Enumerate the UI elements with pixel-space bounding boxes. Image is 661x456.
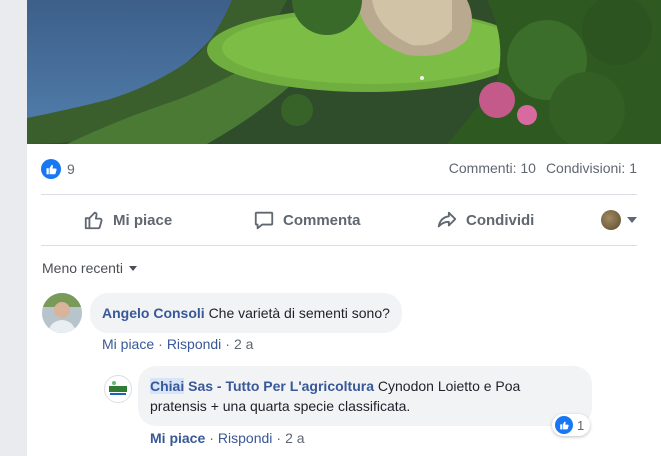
- share-button[interactable]: Condividi: [436, 209, 534, 231]
- separator: ·: [276, 430, 282, 446]
- comment-icon: [254, 211, 274, 230]
- chevron-down-icon: [627, 217, 637, 223]
- reaction-as-selector[interactable]: [601, 210, 637, 230]
- reply-actions: Mi piace · Rispondi · 2 a: [150, 430, 305, 446]
- post-photo[interactable]: [27, 0, 661, 144]
- reply-like-link[interactable]: Mi piace: [150, 430, 205, 446]
- comment-author[interactable]: Angelo Consoli: [102, 305, 205, 321]
- reply-timestamp[interactable]: 2 a: [285, 430, 304, 446]
- reply-author[interactable]: Chiai Sas - Tutto Per L'agricoltura: [150, 378, 374, 394]
- like-reaction-icon: [555, 416, 573, 434]
- separator: ·: [209, 430, 214, 446]
- company-logo-icon: [106, 377, 130, 401]
- comment-timestamp[interactable]: 2 a: [234, 336, 253, 352]
- like-button-label: Mi piace: [113, 211, 173, 229]
- comment-sort-selector[interactable]: Meno recenti: [42, 260, 137, 276]
- reaction-count: 9: [67, 161, 75, 177]
- comment-button[interactable]: Commenta: [253, 209, 361, 231]
- share-button-label: Condividi: [466, 211, 535, 229]
- landscape-image: [27, 0, 661, 144]
- comment-reply-link[interactable]: Rispondi: [167, 336, 221, 352]
- thumbs-up-icon: [84, 211, 103, 230]
- page-avatar: [601, 210, 621, 230]
- chevron-down-icon: [128, 265, 137, 271]
- reply-author-rest: Sas - Tutto Per L'agricoltura: [184, 378, 374, 394]
- post-stats: Commenti: 10 Condivisioni: 1: [449, 160, 637, 176]
- shares-count-link[interactable]: Condivisioni: 1: [546, 160, 637, 176]
- sort-label: Meno recenti: [42, 260, 123, 276]
- comment-button-label: Commenta: [283, 211, 361, 229]
- comments-count-link[interactable]: Commenti: 10: [449, 160, 536, 176]
- reply-bubble: Chiai Sas - Tutto Per L'agricoltura Cyno…: [138, 366, 592, 426]
- post-action-bar: Mi piace Commenta Condividi: [41, 195, 637, 245]
- separator: ·: [225, 336, 230, 352]
- avatar[interactable]: [42, 293, 82, 333]
- reply-reaction-badge[interactable]: 1: [552, 414, 591, 436]
- post-card: 9 Commenti: 10 Condivisioni: 1 Mi piace …: [27, 0, 661, 456]
- comment-like-link[interactable]: Mi piace: [102, 336, 154, 352]
- comment-actions: Mi piace · Rispondi · 2 a: [102, 336, 253, 352]
- like-reaction-icon: [41, 159, 61, 179]
- reply-author-highlight: Chiai: [150, 378, 185, 394]
- reply-reply-link[interactable]: Rispondi: [218, 430, 272, 446]
- like-button[interactable]: Mi piace: [83, 209, 172, 231]
- comment-bubble: Angelo Consoli Che varietà di sementi so…: [90, 293, 402, 333]
- divider: [41, 245, 637, 246]
- comment-text: Che varietà di sementi sono?: [208, 305, 390, 321]
- avatar[interactable]: [104, 375, 132, 403]
- share-icon: [437, 211, 457, 228]
- reply-reaction-count: 1: [577, 417, 585, 433]
- separator: ·: [158, 336, 163, 352]
- reaction-summary[interactable]: 9: [41, 157, 75, 181]
